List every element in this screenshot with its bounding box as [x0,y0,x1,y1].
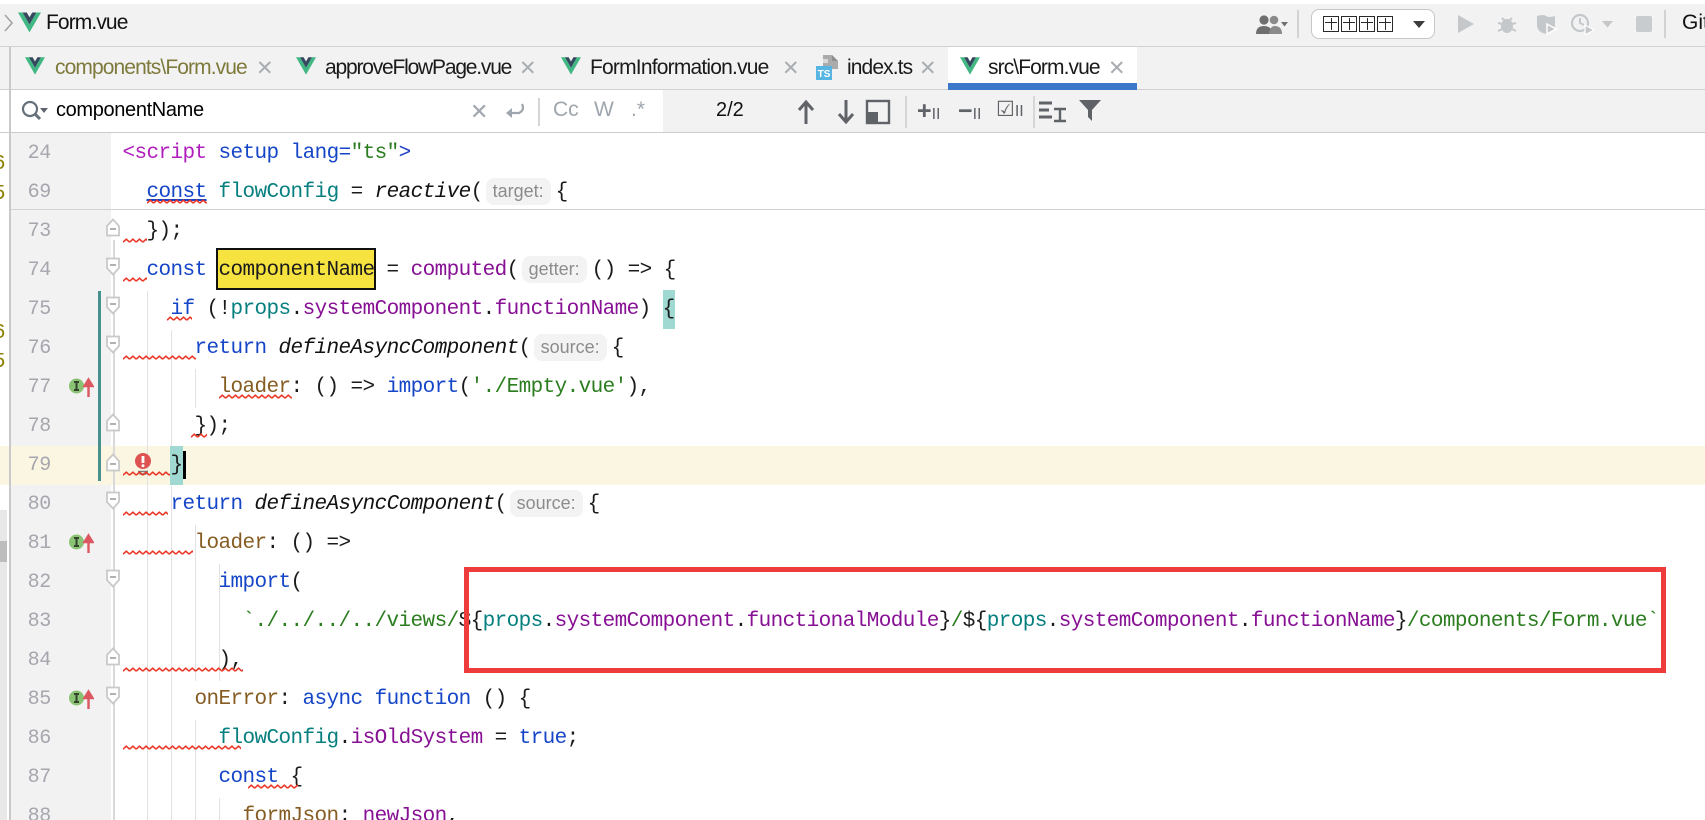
svg-text:TS: TS [818,69,831,80]
